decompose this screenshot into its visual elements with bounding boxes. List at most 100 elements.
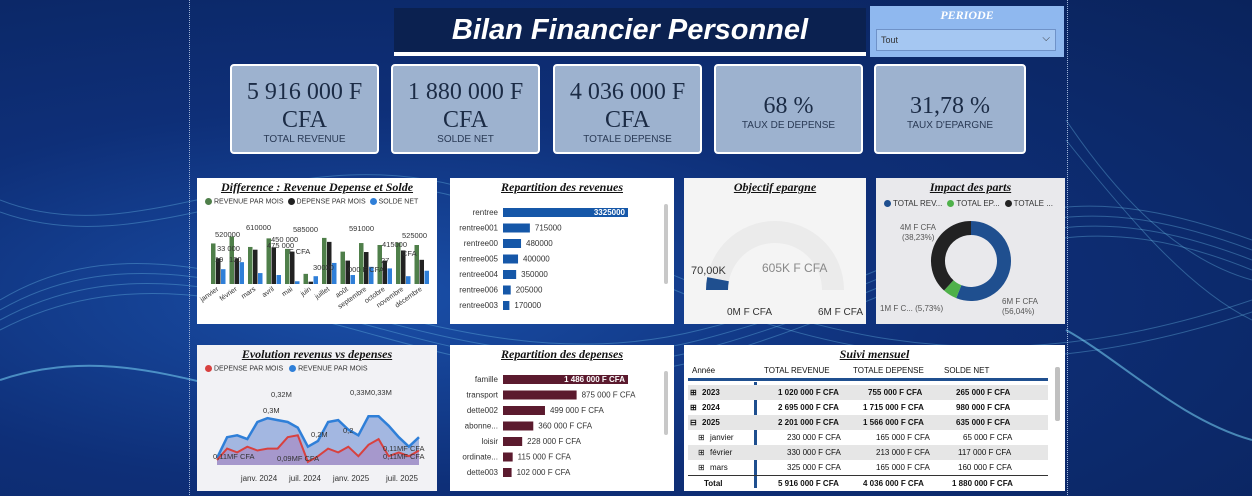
data-label: 610000	[246, 223, 271, 232]
expand-icon[interactable]: ⊞	[698, 463, 705, 472]
bar-solde	[387, 268, 392, 284]
bar-depense	[308, 281, 313, 284]
table-row[interactable]: ⊟ 2025 2 201 000 F CFA 1 566 000 F CFA 6…	[688, 415, 1048, 430]
col-header[interactable]: TOTALE DEPENSE	[853, 366, 924, 375]
bar	[503, 301, 510, 310]
data-label: 1 486 000 F CFA	[564, 375, 625, 384]
category-label: loisir	[482, 437, 499, 446]
data-label: 19	[215, 255, 223, 264]
kpi-value: 1 880 000 F CFA	[407, 79, 524, 133]
dep-chart-plot: famille 1 486 000 F CFA transport 875 000 F…	[462, 375, 636, 477]
evo-chart-title: Evolution revenus vs depenses	[241, 347, 393, 361]
evo-chart-panel: Evolution revenus vs depenses DEPENSE PA…	[197, 345, 437, 491]
data-label: 0,32M	[271, 390, 292, 399]
data-label: 000 F CFA	[348, 265, 384, 274]
bar-depense	[290, 251, 295, 284]
rev-chart-panel: Repartition des revenues rentree 3325000 r…	[450, 178, 674, 324]
donut-panel: Impact des parts TOTAL REV... TOTAL EP..…	[876, 178, 1065, 324]
bar	[503, 285, 511, 295]
evo-chart-plot: janv. 2024 juil. 2024 janv. 2025 juil. 2025…	[213, 388, 425, 483]
data-label: 27	[381, 256, 389, 265]
data-label: 400000	[523, 255, 550, 264]
kpi-caption: TAUX DE DEPENSE	[741, 120, 836, 131]
x-tick-label: juil. 2025	[385, 474, 419, 483]
bar	[503, 468, 512, 477]
period-selected: Tout	[881, 35, 899, 45]
gauge-max-label: 6M F CFA	[818, 307, 863, 318]
table-row[interactable]: ⊞ février 330 000 F CFA 213 000 F CFA 11…	[688, 445, 1048, 460]
data-label: 0,2	[343, 426, 353, 435]
category-label: rentree	[473, 208, 499, 217]
legend-item: REVENUE PAR MOIS	[289, 365, 368, 372]
collapse-icon[interactable]: ⊟	[690, 418, 697, 427]
data-label: 0,11MF CFA	[213, 452, 255, 461]
col-header[interactable]: TOTAL REVENUE	[764, 366, 830, 375]
period-dropdown[interactable]: Tout ⌵	[876, 29, 1056, 51]
data-label: 591000	[349, 224, 374, 233]
data-label: 0,33M	[371, 388, 392, 397]
table-row[interactable]: ⊞ 2023 1 020 000 F CFA 755 000 F CFA 265…	[688, 385, 1048, 400]
data-label: 415000	[382, 240, 407, 249]
bar-solde	[406, 276, 411, 284]
month-label: février	[219, 286, 239, 303]
category-label: rentree00	[464, 239, 499, 248]
table-total-row: Total 5 916 000 F CFA 4 036 000 F CFA 1 …	[688, 475, 1048, 491]
diff-chart-plot: janvierfévrier mars avril mai juin juillet aoû…	[198, 223, 429, 311]
data-label: CFA	[402, 249, 417, 258]
chevron-down-icon: ⌵	[1042, 33, 1050, 44]
bar	[503, 223, 530, 233]
expand-icon[interactable]: ⊞	[698, 433, 705, 442]
kpi-total-revenue: 5 916 000 F CFA TOTAL REVENUE	[230, 64, 379, 154]
data-label: F CFA	[289, 247, 310, 256]
slice-label: (38,23%)	[902, 233, 935, 242]
kpi-caption: TOTAL REVENUE	[263, 134, 346, 145]
expand-icon[interactable]: ⊞	[690, 388, 697, 397]
scrollbar[interactable]	[1055, 367, 1060, 421]
category-label: transport	[466, 391, 498, 400]
bar	[503, 390, 577, 400]
category-label: dette002	[467, 406, 499, 415]
legend-item: REVENUE PAR MOIS	[205, 198, 284, 205]
month-label: mars	[240, 286, 257, 301]
data-label: 520000	[215, 230, 240, 239]
data-label: 102 000 F CFA	[517, 468, 571, 477]
category-label: rentree005	[459, 255, 498, 264]
bar-revenue	[340, 251, 345, 284]
data-label: 0,3M	[263, 406, 280, 415]
scrollbar[interactable]	[664, 371, 668, 435]
bar-solde	[239, 262, 244, 284]
data-label: 3325000	[594, 208, 626, 217]
slice-label: 4M F CFA	[900, 223, 937, 232]
slice-label: 1M F C... (5,73%)	[880, 304, 943, 313]
data-label: 0,2M	[311, 430, 328, 439]
donut-slice	[931, 221, 972, 291]
x-tick-label: janv. 2024	[240, 474, 278, 483]
table-row[interactable]: ⊞ 2024 2 695 000 F CFA 1 715 000 F CFA 9…	[688, 400, 1048, 415]
expand-icon[interactable]: ⊞	[690, 403, 697, 412]
donut-plot: 4M F CFA(38,23%) 1M F C... (5,73%) 6M F CF…	[880, 221, 1039, 316]
kpi-value: 31,78 %	[910, 93, 990, 119]
expand-icon[interactable]: ⊞	[698, 448, 705, 457]
table-row[interactable]: ⊞ mars 325 000 F CFA 165 000 F CFA 160 0…	[688, 460, 1048, 475]
scrollbar[interactable]	[664, 204, 668, 284]
category-label: rentree004	[459, 270, 498, 279]
data-label: 499 000 F CFA	[550, 406, 604, 415]
bar	[503, 452, 513, 462]
data-label: 450 000	[271, 235, 298, 244]
kpi-value: 5 916 000 F CFA	[246, 79, 363, 133]
kpi-taux-depense: 68 % TAUX DE DEPENSE	[714, 64, 863, 154]
col-header[interactable]: Année	[692, 366, 715, 375]
dep-chart-title: Repartition des depenses	[501, 347, 623, 361]
table-row[interactable]: ⊞ janvier 230 000 F CFA 165 000 F CFA 65…	[688, 430, 1048, 445]
data-label: 30000	[313, 263, 334, 272]
col-header[interactable]: SOLDE NET	[944, 366, 989, 375]
data-label: 115 000 F CFA	[518, 453, 572, 462]
data-label: 0,11MF CFA	[383, 452, 425, 461]
gauge-target-label: 605K F CFA	[762, 261, 827, 275]
diff-chart-title: Difference : Revenue Depense et Solde	[220, 180, 414, 194]
rev-chart-title: Repartition des revenues	[501, 180, 623, 194]
x-tick-label: juil. 2024	[288, 474, 322, 483]
gauge-plot: 70,00K 605K F CFA 0M F CFA 6M F CFA	[691, 221, 863, 318]
slice-label: 6M F CFA	[1002, 297, 1039, 306]
month-label: janvier	[198, 286, 220, 305]
